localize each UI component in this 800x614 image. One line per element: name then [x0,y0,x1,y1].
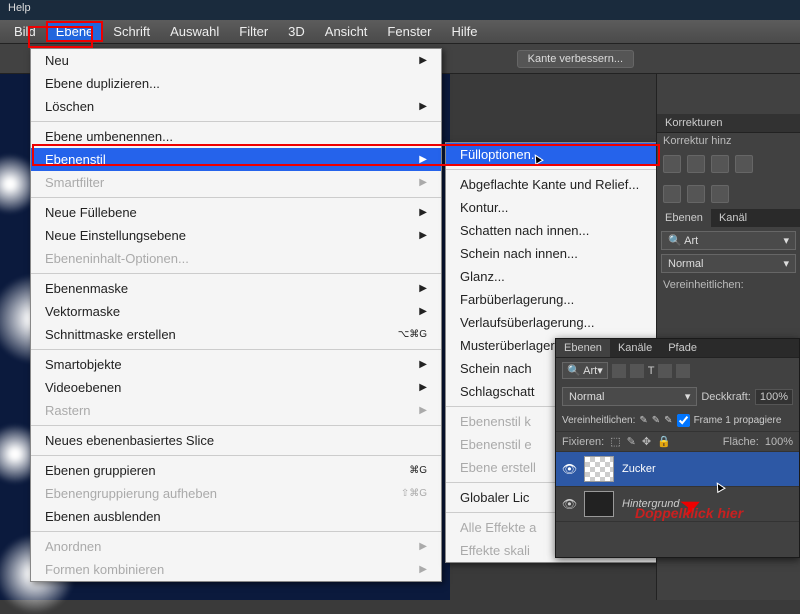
filter-adjust-icon[interactable] [630,364,644,378]
fill-value[interactable]: 100% [765,436,793,448]
menu-schrift[interactable]: Schrift [103,21,160,42]
submenu-item[interactable]: Abgeflachte Kante und Relief... [446,173,660,196]
layer-menu: Neu▶Ebene duplizieren...Löschen▶ Ebene um… [30,48,442,582]
menu-item[interactable]: Ebene umbenennen... [31,125,441,148]
opacity-value[interactable]: 100% [755,389,793,405]
adjustment-icon[interactable] [663,185,681,203]
menu-item[interactable]: Neue Füllebene▶ [31,201,441,224]
visibility-eye-icon[interactable]: 👁 [562,462,576,476]
menu-item: Rastern▶ [31,399,441,422]
opacity-label: Deckkraft: [701,391,751,403]
adjustment-icon[interactable] [735,155,753,173]
menu-item[interactable]: Neues ebenenbasiertes Slice [31,429,441,452]
adjustment-icon[interactable] [687,155,705,173]
adjustment-icon[interactable] [663,155,681,173]
lock-move-icon[interactable]: ✥ [642,435,651,448]
menu-item: Anordnen▶ [31,535,441,558]
menu-ansicht[interactable]: Ansicht [315,21,378,42]
adjustment-icon[interactable] [711,185,729,203]
layers-panel: Ebenen Kanäle Pfade 🔍 Art ▾ T Normal ▾ D… [555,338,800,558]
adjustment-icon[interactable] [711,155,729,173]
filter-smart-icon[interactable] [676,364,690,378]
menu-item[interactable]: Schnittmaske erstellen⌥⌘G [31,323,441,346]
tab-ebenen[interactable]: Ebenen [657,209,711,227]
tab-kanaele[interactable]: Kanäl [711,209,755,227]
menu-hilfe[interactable]: Hilfe [442,21,488,42]
layer-thumbnail[interactable] [584,456,614,482]
propagate-checkbox[interactable] [677,414,690,427]
lock-label: Fixieren: [562,436,604,448]
menu-fenster[interactable]: Fenster [377,21,441,42]
annotation-text: Doppelklick hier [635,505,743,521]
menu-item[interactable]: Vektormaske▶ [31,300,441,323]
menu-item[interactable]: Neue Einstellungsebene▶ [31,224,441,247]
menu-3d[interactable]: 3D [278,21,315,42]
menu-item[interactable]: Ebene duplizieren... [31,72,441,95]
tab-ebenen[interactable]: Ebenen [556,339,610,357]
menu-item[interactable]: Neu▶ [31,49,441,72]
adjustment-icon[interactable] [687,185,705,203]
filter-shape-icon[interactable] [658,364,672,378]
lock-all-icon[interactable]: 🔒 [657,435,671,448]
menu-item[interactable]: Smartobjekte▶ [31,353,441,376]
menu-item[interactable]: Ebenenmaske▶ [31,277,441,300]
submenu-item[interactable]: Fülloptionen... [446,143,660,166]
submenu-item[interactable]: Verlaufsüberlagerung... [446,311,660,334]
title-bar: Help [0,0,800,20]
unify-icon[interactable]: ✎ [652,415,660,426]
menu-item[interactable]: Videoebenen▶ [31,376,441,399]
lock-pixels-icon[interactable]: ⬚ [610,435,620,448]
unify-icon[interactable]: ✎ [664,415,672,426]
menu-filter[interactable]: Filter [229,21,278,42]
menu-item: Smartfilter▶ [31,171,441,194]
kind-filter[interactable]: 🔍 Art▾ [661,231,796,250]
corrections-panel-header[interactable]: Korrekturen [657,114,800,133]
layer-thumbnail[interactable] [584,491,614,517]
menu-item[interactable]: Ebenen ausblenden [31,505,441,528]
menu-auswahl[interactable]: Auswahl [160,21,229,42]
layer-row-zucker[interactable]: 👁 Zucker [556,452,799,487]
correction-hint: Korrektur hinz [663,135,731,147]
unify-label: Vereinheitlichen: [663,279,744,291]
menu-bar: Bild Ebene Schrift Auswahl Filter 3D Ans… [0,20,800,44]
tab-kanaele[interactable]: Kanäle [610,339,660,357]
menu-item[interactable]: Löschen▶ [31,95,441,118]
filter-pixel-icon[interactable] [612,364,626,378]
cursor-icon [530,150,544,168]
submenu-item[interactable]: Schein nach innen... [446,242,660,265]
filter-type-icon[interactable]: T [648,365,655,377]
unify-label: Vereinheitlichen: [562,415,635,426]
menu-item: Ebeneninhalt-Optionen... [31,247,441,270]
cursor-icon [712,478,726,496]
menu-item[interactable]: Ebenen gruppieren⌘G [31,459,441,482]
menu-ebene[interactable]: Ebene [46,21,104,42]
blend-mode[interactable]: Normal▾ [661,254,796,273]
visibility-eye-icon[interactable]: 👁 [562,497,576,511]
refine-edge-button[interactable]: Kante verbessern... [517,50,634,68]
lock-brush-icon[interactable]: ✎ [627,435,636,448]
submenu-item[interactable]: Glanz... [446,265,660,288]
submenu-item[interactable]: Farbüberlagerung... [446,288,660,311]
fill-label: Fläche: [723,436,759,448]
menu-bild[interactable]: Bild [4,21,46,42]
unify-icon[interactable]: ✎ [639,415,647,426]
submenu-item[interactable]: Schatten nach innen... [446,219,660,242]
menu-item: Ebenengruppierung aufheben⇧⌘G [31,482,441,505]
layer-name[interactable]: Zucker [622,463,656,475]
submenu-item[interactable]: Kontur... [446,196,660,219]
tab-pfade[interactable]: Pfade [660,339,705,357]
menu-item[interactable]: Ebenenstil▶ [31,148,441,171]
blend-mode-select[interactable]: Normal ▾ [562,387,697,406]
menu-item: Formen kombinieren▶ [31,558,441,581]
propagate-label: Frame 1 propagiere [694,415,782,426]
